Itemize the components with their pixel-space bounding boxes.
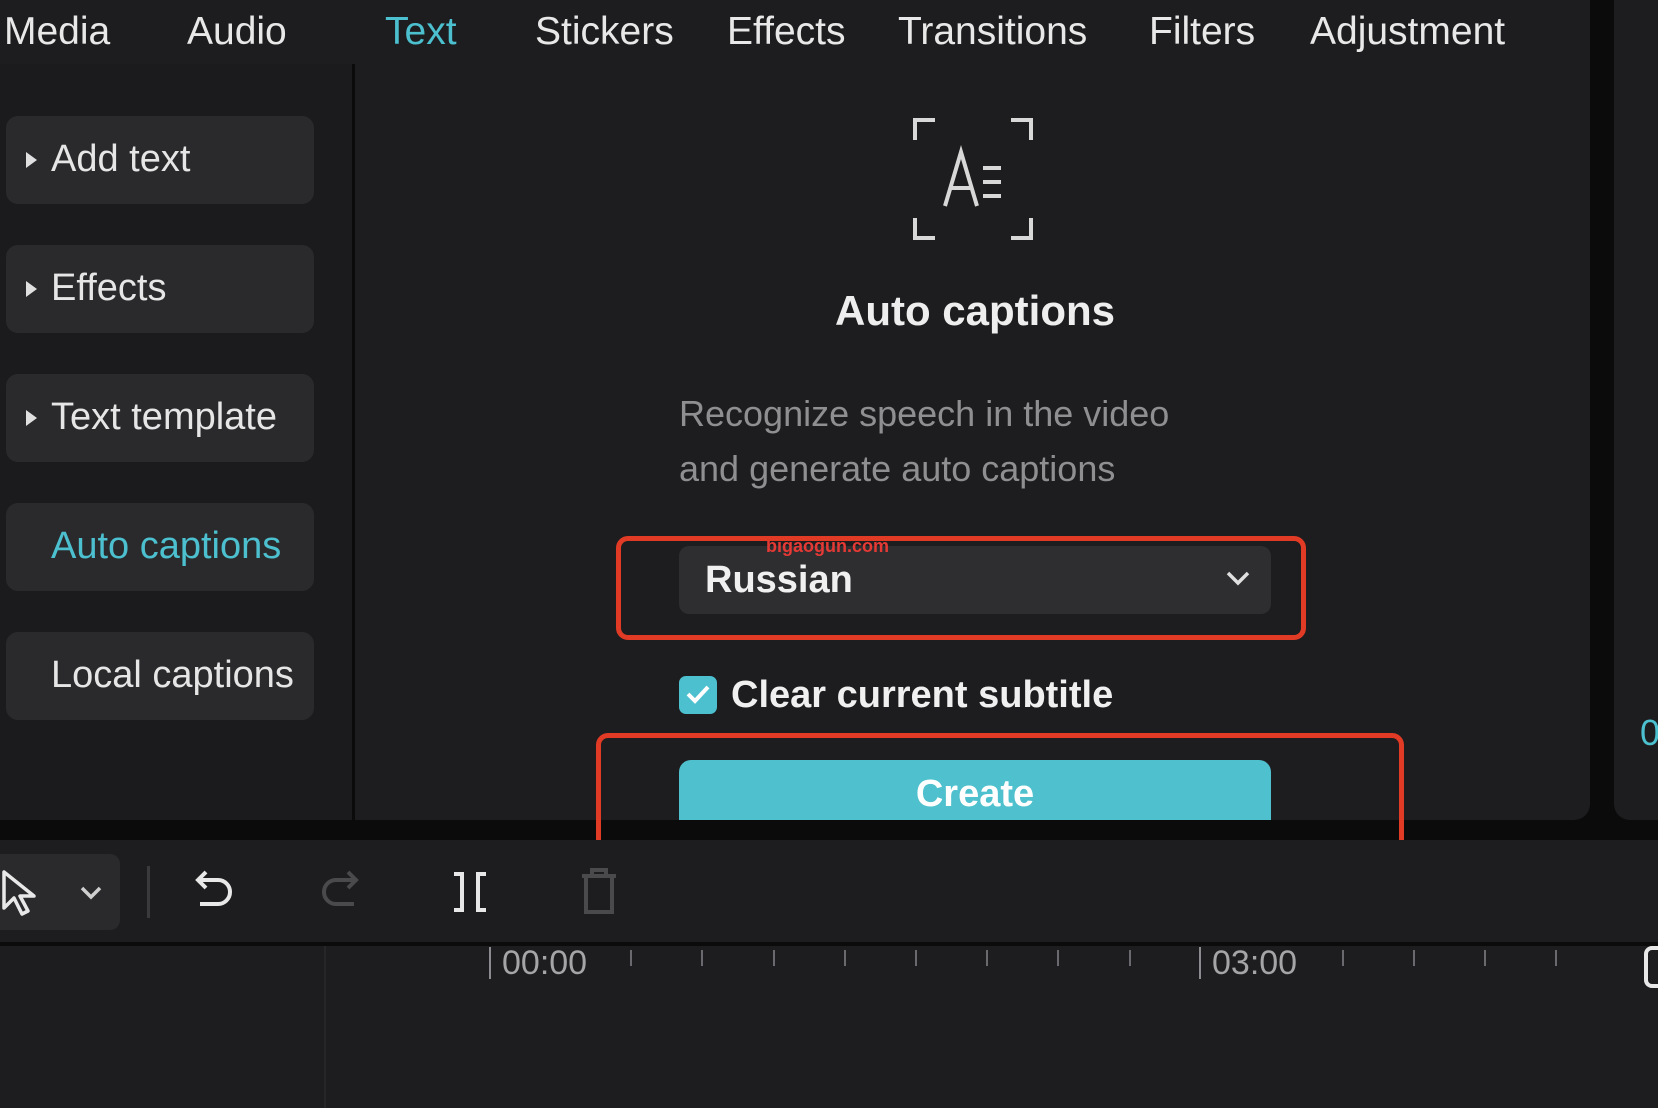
- highlight-box-language: [616, 536, 1306, 640]
- timeline-tick-major: [1199, 947, 1201, 979]
- timeline-tick: [1342, 950, 1344, 966]
- timeline-tick: [1129, 950, 1131, 966]
- clear-subtitle-checkbox[interactable]: [679, 676, 717, 714]
- expand-triangle-icon: [26, 152, 37, 168]
- tab-media[interactable]: Media: [4, 8, 110, 56]
- right-panel-edge: 0: [1614, 0, 1658, 820]
- sidebar-item-add-text[interactable]: Add text: [6, 116, 314, 204]
- select-tool-group[interactable]: [0, 854, 120, 930]
- tab-transitions[interactable]: Transitions: [898, 8, 1087, 56]
- auto-captions-title: Auto captions: [835, 287, 1115, 334]
- description-line-1: Recognize speech in the video: [679, 393, 1170, 434]
- tab-audio[interactable]: Audio: [187, 8, 287, 56]
- time-label: 03:00: [1212, 944, 1298, 982]
- cursor-icon: [2, 870, 36, 916]
- timeline-tick-major: [489, 947, 491, 979]
- timeline-tick: [1484, 950, 1486, 966]
- timeline-tick: [986, 950, 988, 966]
- description-line-2: and generate auto captions: [679, 448, 1116, 489]
- playhead-handle[interactable]: [1644, 946, 1658, 988]
- delete-icon[interactable]: [578, 868, 620, 914]
- tab-text[interactable]: Text: [385, 8, 457, 56]
- timeline-tick: [630, 950, 632, 966]
- sidebar-item-label: Local captions: [51, 654, 294, 696]
- tab-adjustment[interactable]: Adjustment: [1310, 8, 1505, 56]
- sidebar-item-text-template[interactable]: Text template: [6, 374, 314, 462]
- top-tab-bar: Media Audio Text Stickers Effects Transi…: [0, 0, 1590, 64]
- timeline-tick: [701, 950, 703, 966]
- sidebar-item-label: Text template: [51, 396, 277, 438]
- text-sidebar: Add text Effects Text template Auto capt…: [0, 64, 352, 820]
- tab-effects[interactable]: Effects: [727, 8, 846, 56]
- timeline-tick: [844, 950, 846, 966]
- timeline-toolbar: [0, 840, 1658, 942]
- sidebar-item-label: Auto captions: [51, 525, 282, 567]
- sidebar-item-label: Add text: [51, 138, 191, 180]
- sidebar-item-local-captions[interactable]: Local captions: [6, 632, 314, 720]
- timeline-tick: [773, 950, 775, 966]
- tab-filters[interactable]: Filters: [1149, 8, 1255, 56]
- undo-icon[interactable]: [190, 868, 236, 914]
- split-icon[interactable]: [450, 870, 490, 914]
- check-icon: [686, 685, 710, 704]
- auto-captions-description: Recognize speech in the video and genera…: [679, 386, 1279, 496]
- right-panel-partial-text: 0: [1640, 712, 1658, 753]
- clear-subtitle-label: Clear current subtitle: [731, 674, 1114, 716]
- time-label: 00:00: [502, 944, 588, 982]
- chevron-down-icon[interactable]: [78, 884, 104, 902]
- tab-stickers[interactable]: Stickers: [535, 8, 674, 56]
- toolbar-divider: [147, 866, 150, 918]
- sidebar-item-auto-captions[interactable]: Auto captions: [6, 503, 314, 591]
- redo-icon[interactable]: [318, 868, 364, 914]
- auto-captions-icon: [913, 118, 1033, 240]
- timeline-tick: [915, 950, 917, 966]
- expand-triangle-icon: [26, 410, 37, 426]
- timeline-area[interactable]: [0, 946, 1658, 1108]
- timeline-tick: [1413, 950, 1415, 966]
- timeline-track-divider: [324, 946, 326, 1108]
- timeline-tick: [1057, 950, 1059, 966]
- timeline-tick: [1555, 950, 1557, 966]
